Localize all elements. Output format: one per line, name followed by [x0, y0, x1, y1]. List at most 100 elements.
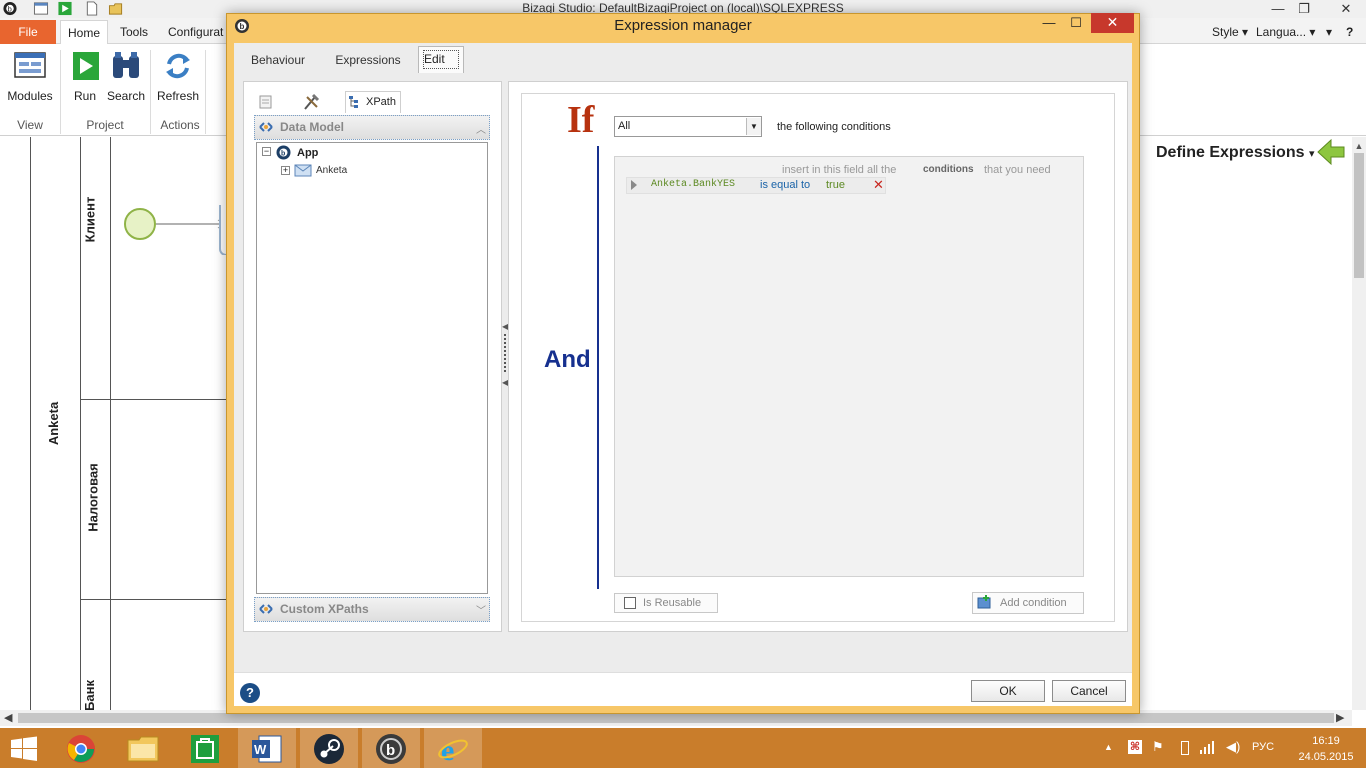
group-project-label: Project	[86, 118, 124, 132]
collapse-chevron-icon[interactable]: ︿	[476, 121, 486, 136]
lane-label-client: Клиент	[82, 196, 98, 243]
tab-tools[interactable]: Tools	[120, 20, 148, 44]
tab-home[interactable]: Home	[60, 20, 108, 45]
lane-client-body[interactable]	[111, 137, 226, 400]
drag-handle-icon[interactable]	[631, 180, 637, 190]
taskbar-steam[interactable]	[300, 728, 358, 768]
tray-time: 16:19	[1312, 735, 1340, 747]
tree-expand-icon[interactable]: +	[281, 166, 290, 175]
tray-flag-icon[interactable]: ⚑	[1152, 739, 1164, 755]
tree-node-anketa[interactable]: Anketa	[316, 165, 347, 176]
custom-xpaths-header[interactable]: Custom XPaths	[254, 597, 490, 622]
group-actions-label: Actions	[160, 118, 200, 132]
restore-button[interactable]: ❐	[1290, 0, 1318, 18]
taskbar-ie[interactable]: e	[424, 728, 482, 768]
tray-language[interactable]: РУС	[1252, 741, 1274, 753]
lane-bank[interactable]: Банк	[81, 600, 111, 712]
folder-icon	[127, 736, 159, 762]
tab-behaviour[interactable]: Behaviour	[242, 47, 314, 73]
tray-expand-icon[interactable]: ▲	[1104, 742, 1113, 752]
following-conditions-label: the following conditions	[777, 121, 891, 133]
data-model-tree[interactable]	[256, 142, 488, 594]
refresh-label: Refresh	[156, 89, 200, 103]
tab-file[interactable]: File	[0, 20, 56, 44]
expand-chevron-icon[interactable]: ﹀	[476, 602, 486, 617]
condition-operator[interactable]: is equal to	[760, 179, 810, 191]
tab-configuration[interactable]: Configurat	[168, 20, 223, 44]
scroll-up-icon[interactable]: ▲	[1354, 141, 1364, 151]
taskbar-chrome[interactable]	[52, 728, 110, 768]
start-event-icon[interactable]	[120, 205, 226, 255]
conditions-drop-area[interactable]	[614, 156, 1084, 577]
tree-node-app[interactable]: App	[297, 147, 318, 159]
scroll-document-icon[interactable]	[257, 93, 275, 111]
search-button[interactable]: Search	[101, 50, 151, 103]
and-label[interactable]: And	[544, 346, 591, 374]
vertical-scroll-thumb[interactable]	[1354, 153, 1364, 278]
taskbar-bizagi[interactable]: b	[362, 728, 420, 768]
taskbar-word[interactable]: W	[238, 728, 296, 768]
tab-edit[interactable]: Edit	[418, 46, 464, 73]
app-node-icon: b	[276, 145, 291, 160]
tree-collapse-icon[interactable]: −	[262, 147, 271, 156]
tray-signal-icon[interactable]	[1199, 740, 1215, 754]
vertical-scrollbar[interactable]: ▲	[1352, 137, 1366, 710]
close-button[interactable]: ✕	[1332, 0, 1360, 18]
svg-text:b: b	[8, 4, 12, 13]
options-chevron-icon[interactable]: ▾	[1326, 20, 1332, 44]
minimize-button[interactable]: —	[1264, 0, 1292, 18]
define-expressions-menu[interactable]: Define Expressions ▾	[1156, 144, 1314, 162]
run-small-icon[interactable]	[57, 1, 73, 16]
dialog-maximize-button[interactable]: ☐	[1063, 14, 1089, 32]
svg-text:b: b	[281, 151, 285, 158]
taskbar-explorer[interactable]	[114, 728, 172, 768]
chrome-icon	[67, 735, 95, 763]
style-menu[interactable]: Style ▾	[1212, 20, 1248, 44]
dialog-close-button[interactable]: ✕	[1091, 13, 1134, 33]
scroll-left-icon[interactable]: ◀	[4, 711, 12, 724]
lane-client[interactable]: Клиент	[81, 137, 111, 400]
scroll-right-icon[interactable]: ▶	[1336, 711, 1344, 724]
binoculars-icon	[113, 52, 139, 78]
tray-date: 24.05.2015	[1298, 751, 1354, 763]
pool-label-box: Anketa	[30, 400, 81, 450]
tray-clock[interactable]: 16:19 24.05.2015	[1296, 733, 1356, 765]
add-condition-icon	[977, 595, 991, 609]
dropdown-arrow-icon[interactable]: ▼	[746, 118, 761, 135]
tools-icon[interactable]	[301, 93, 321, 111]
windows-start-icon[interactable]	[10, 736, 38, 762]
style-label: Style	[1212, 25, 1239, 39]
lane-label-tax: Налоговая	[85, 463, 101, 532]
condition-value[interactable]: true	[826, 179, 845, 191]
data-model-header[interactable]: Data Model	[254, 115, 490, 140]
condition-mode-select[interactable]: All	[614, 116, 762, 137]
lane-tax[interactable]: Налоговая	[81, 400, 111, 600]
language-menu[interactable]: Langua... ▾	[1256, 20, 1315, 44]
conditions-hint-start: insert in this field all the	[782, 164, 897, 176]
modules-button[interactable]: Modules	[5, 50, 55, 103]
cancel-button[interactable]: Cancel	[1052, 680, 1126, 702]
back-arrow-icon[interactable]	[1316, 138, 1346, 166]
help-icon[interactable]: ?	[240, 683, 260, 703]
open-folder-icon[interactable]	[108, 1, 124, 16]
tab-edit-label: Edit	[423, 50, 459, 69]
modules-label: Modules	[7, 89, 53, 103]
tray-battery-icon[interactable]	[1181, 741, 1189, 755]
horizontal-scroll-thumb[interactable]	[18, 713, 1334, 723]
internet-explorer-icon: e	[438, 734, 468, 765]
tray-volume-icon[interactable]: ◀)	[1226, 739, 1240, 755]
new-document-icon[interactable]	[84, 1, 100, 16]
lane-tax-body[interactable]	[111, 400, 226, 600]
refresh-button[interactable]: Refresh	[153, 50, 203, 103]
custom-xpaths-icon	[259, 604, 273, 614]
ok-button[interactable]: OK	[971, 680, 1045, 702]
is-reusable-checkbox[interactable]	[624, 597, 636, 609]
condition-field[interactable]: Anketa.BankYES	[651, 179, 735, 190]
delete-condition-icon[interactable]: ✕	[873, 177, 884, 193]
help-small-icon[interactable]: ?	[1346, 20, 1353, 44]
window-icon[interactable]	[33, 1, 49, 16]
tab-expressions[interactable]: Expressions	[330, 47, 406, 73]
taskbar-store[interactable]	[176, 728, 234, 768]
tray-acrobat-icon[interactable]: ⌘	[1128, 740, 1142, 754]
dialog-minimize-button[interactable]: —	[1036, 14, 1062, 32]
